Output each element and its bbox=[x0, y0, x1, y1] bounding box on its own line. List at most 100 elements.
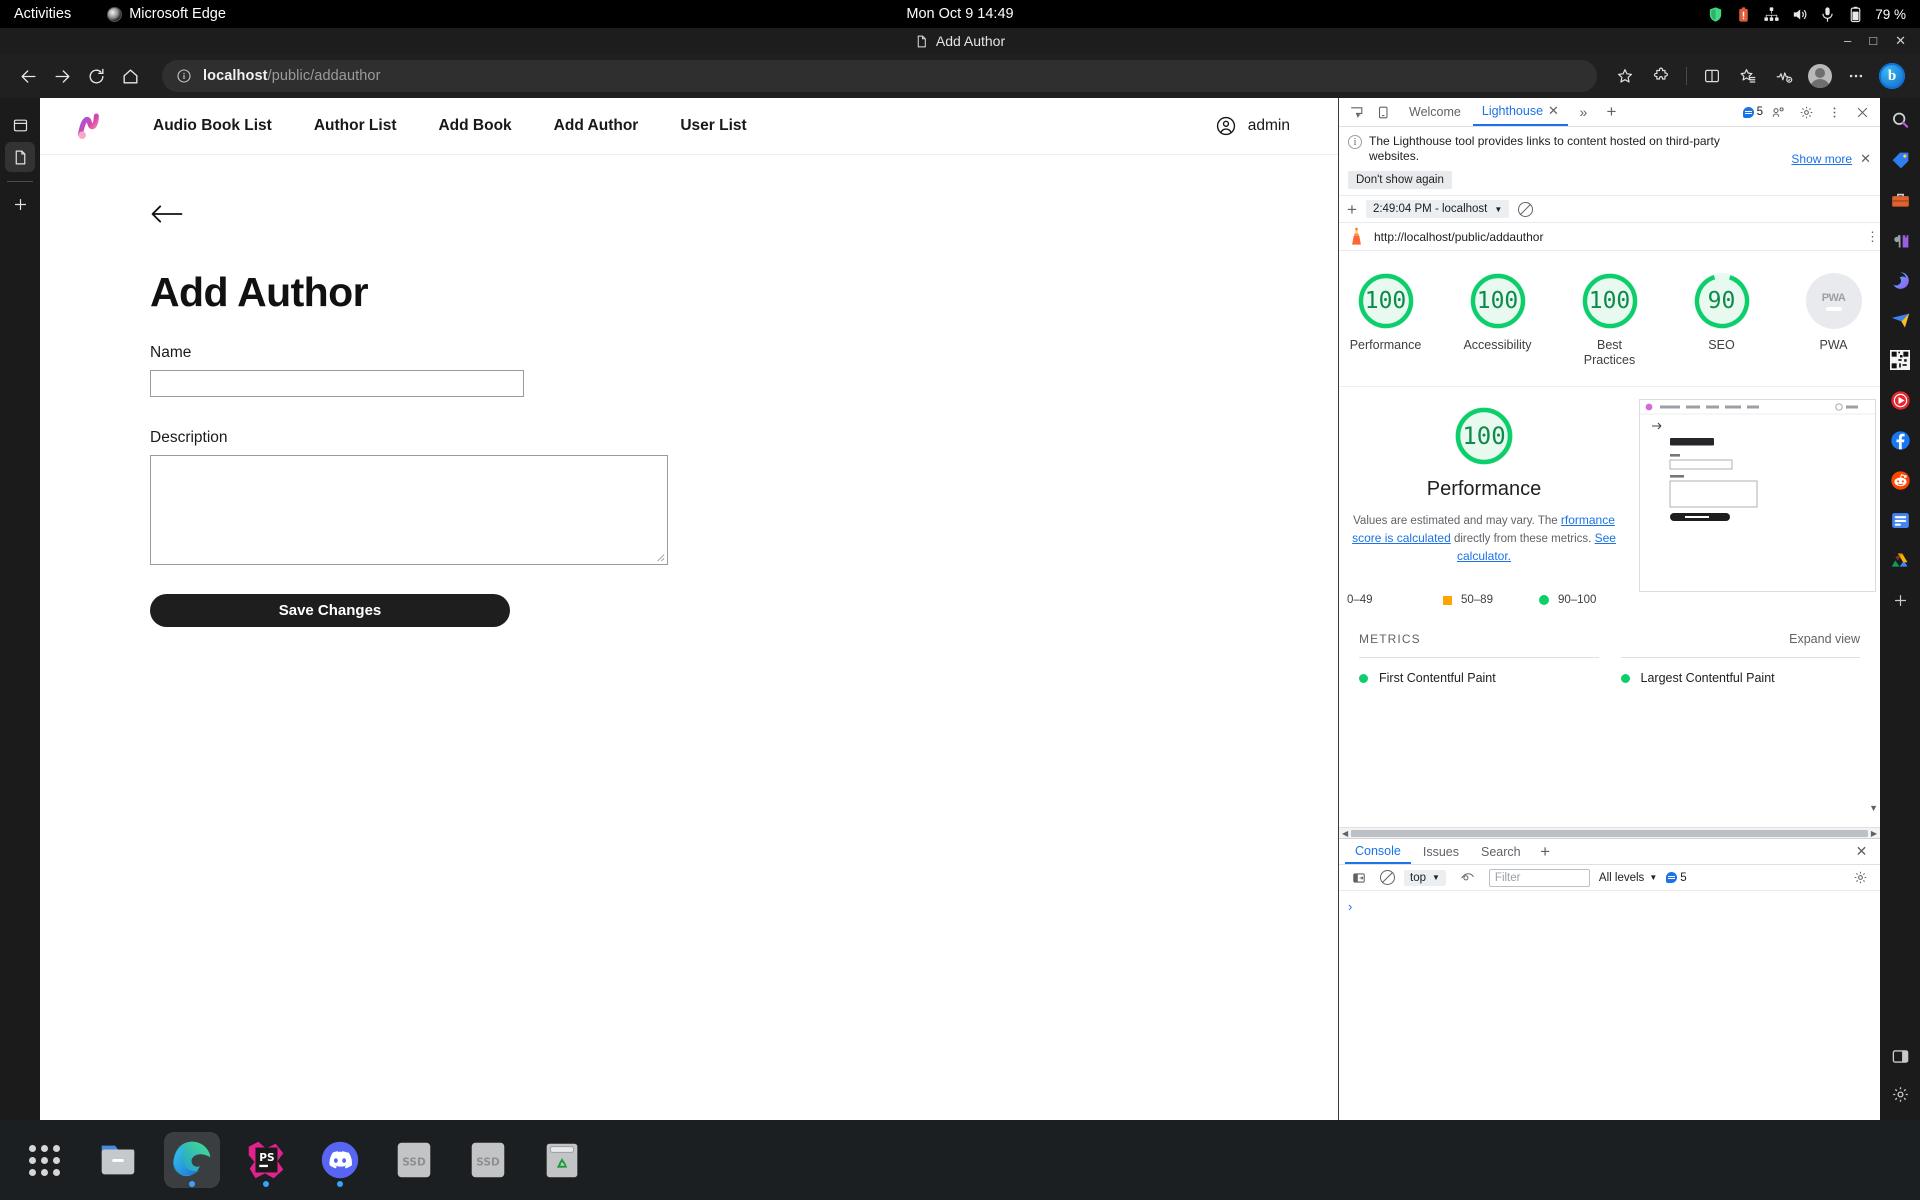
youtube-icon[interactable] bbox=[1888, 388, 1912, 412]
report-horizontal-scrollbar[interactable]: ◀ ▶ bbox=[1339, 827, 1880, 838]
devtools-close-icon[interactable] bbox=[1850, 100, 1875, 125]
name-input[interactable] bbox=[150, 370, 524, 397]
nav-user-list[interactable]: User List bbox=[659, 117, 767, 135]
gauge-pwa[interactable]: PWA PWA bbox=[1795, 273, 1873, 368]
notes-icon[interactable] bbox=[1888, 508, 1912, 532]
facebook-icon[interactable] bbox=[1888, 428, 1912, 452]
save-changes-button[interactable]: Save Changes bbox=[150, 594, 510, 627]
gauge-best-practices[interactable]: 100 Best Practices bbox=[1571, 273, 1649, 368]
reddit-icon[interactable] bbox=[1888, 468, 1912, 492]
sidebar-settings-icon[interactable] bbox=[1888, 1082, 1912, 1106]
ssd-drive-1[interactable]: SSD bbox=[386, 1132, 442, 1188]
phpstorm-app[interactable]: PS bbox=[238, 1132, 294, 1188]
add-panel-icon[interactable] bbox=[5, 189, 35, 219]
browser-essentials-icon[interactable] bbox=[1768, 60, 1800, 92]
shopping-bag-icon[interactable] bbox=[1888, 188, 1912, 212]
forward-button[interactable] bbox=[46, 60, 78, 92]
search-icon[interactable] bbox=[1888, 108, 1912, 132]
tab-welcome[interactable]: Welcome bbox=[1400, 98, 1470, 126]
clear-console-icon[interactable] bbox=[1380, 870, 1395, 885]
add-sidebar-icon[interactable] bbox=[1888, 588, 1912, 612]
metric-first-contentful-paint[interactable]: First Contentful Paint bbox=[1359, 657, 1599, 685]
profile-avatar-icon[interactable] bbox=[1804, 60, 1836, 92]
back-arrow-button[interactable] bbox=[150, 201, 184, 235]
favorite-star-icon[interactable] bbox=[1609, 60, 1641, 92]
gauge-seo[interactable]: 90 SEO bbox=[1683, 273, 1761, 368]
console-context-selector[interactable]: top ▼ bbox=[1404, 869, 1446, 886]
tab-lighthouse-close-icon[interactable]: ✕ bbox=[1548, 103, 1559, 119]
copilot-bing-icon[interactable]: b bbox=[1876, 60, 1908, 92]
drawer-close-icon[interactable]: ✕ bbox=[1849, 839, 1874, 864]
split-screen-icon[interactable] bbox=[1696, 60, 1728, 92]
run-selector-dropdown[interactable]: 2:49:04 PM - localhost ▼ bbox=[1365, 200, 1510, 218]
metric-largest-contentful-paint[interactable]: Largest Contentful Paint bbox=[1620, 657, 1860, 685]
extensions-puzzle-icon[interactable] bbox=[1645, 60, 1677, 92]
expand-view-button[interactable]: Expand view bbox=[1789, 632, 1860, 646]
console-filter-input[interactable]: Filter bbox=[1488, 868, 1590, 887]
microsoft-edge-app[interactable] bbox=[164, 1132, 220, 1188]
window-controls[interactable]: – □ ✕ bbox=[1844, 33, 1906, 49]
show-more-link[interactable]: Show more bbox=[1791, 152, 1852, 166]
info-circle-icon[interactable] bbox=[176, 68, 192, 84]
live-expression-eye-icon[interactable] bbox=[1455, 865, 1480, 890]
price-tag-icon[interactable] bbox=[1888, 148, 1912, 172]
banner-close-icon[interactable]: ✕ bbox=[1860, 151, 1871, 167]
scroll-right-arrow-icon[interactable]: ▶ bbox=[1871, 829, 1877, 838]
tab-lighthouse[interactable]: Lighthouse ✕ bbox=[1472, 98, 1568, 126]
gauge-performance[interactable]: 100 Performance bbox=[1347, 273, 1425, 368]
drawer-new-tab-icon[interactable]: + bbox=[1533, 839, 1558, 864]
drawer-tab-console[interactable]: Console bbox=[1345, 839, 1411, 864]
resize-grip-icon[interactable] bbox=[654, 551, 665, 562]
console-message-badge[interactable]: 5 bbox=[1742, 106, 1763, 118]
nav-add-author[interactable]: Add Author bbox=[533, 117, 660, 135]
show-apps-button[interactable] bbox=[16, 1132, 72, 1188]
settings-more-icon[interactable] bbox=[1840, 60, 1872, 92]
copilot-icon[interactable] bbox=[1888, 268, 1912, 292]
devtools-more-options-icon[interactable] bbox=[1822, 100, 1847, 125]
dont-show-again-button[interactable]: Don't show again bbox=[1348, 171, 1452, 189]
report-options-icon[interactable]: ⋮ bbox=[1866, 230, 1879, 243]
document-panel-icon[interactable] bbox=[5, 142, 35, 172]
devtools-settings-gear-icon[interactable] bbox=[1794, 100, 1819, 125]
avatar[interactable] bbox=[1808, 64, 1832, 88]
description-textarea-wrapper[interactable] bbox=[150, 455, 668, 565]
console-sidebar-toggle-icon[interactable] bbox=[1346, 865, 1371, 890]
ssd-drive-2[interactable]: SSD bbox=[460, 1132, 516, 1188]
devtools-customize-icon[interactable] bbox=[1766, 100, 1791, 125]
send-icon[interactable] bbox=[1888, 308, 1912, 332]
gauge-accessibility[interactable]: 100 Accessibility bbox=[1459, 273, 1537, 368]
maximize-button[interactable]: □ bbox=[1869, 33, 1877, 49]
new-tab-icon[interactable]: + bbox=[1599, 100, 1624, 125]
nav-add-book[interactable]: Add Book bbox=[417, 117, 532, 135]
qr-code-icon[interactable] bbox=[1888, 348, 1912, 372]
console-message-count-badge[interactable]: 5 bbox=[1666, 872, 1687, 884]
new-audit-icon[interactable]: + bbox=[1347, 201, 1357, 218]
drawer-tab-search[interactable]: Search bbox=[1471, 839, 1531, 864]
app-logo[interactable] bbox=[68, 106, 108, 146]
panel-icon[interactable] bbox=[5, 110, 35, 140]
back-button[interactable] bbox=[12, 60, 44, 92]
home-button[interactable] bbox=[114, 60, 146, 92]
inspect-element-icon[interactable] bbox=[1344, 100, 1369, 125]
close-button[interactable]: ✕ bbox=[1895, 33, 1906, 49]
clock[interactable]: Mon Oct 9 14:49 bbox=[0, 6, 1920, 22]
minimize-button[interactable]: – bbox=[1844, 33, 1851, 49]
scrollbar-thumb[interactable] bbox=[1351, 829, 1868, 837]
games-icon[interactable] bbox=[1888, 228, 1912, 252]
drawer-tab-issues[interactable]: Issues bbox=[1413, 839, 1469, 864]
trash[interactable] bbox=[534, 1132, 590, 1188]
report-scroll-down-arrow[interactable]: ▼ bbox=[1869, 803, 1878, 813]
scroll-left-arrow-icon[interactable]: ◀ bbox=[1342, 829, 1348, 838]
files-app[interactable] bbox=[90, 1132, 146, 1188]
clear-all-icon[interactable] bbox=[1518, 201, 1534, 217]
console-levels-dropdown[interactable]: All levels ▼ bbox=[1599, 872, 1657, 884]
nav-audio-book-list[interactable]: Audio Book List bbox=[132, 117, 293, 135]
reload-button[interactable] bbox=[80, 60, 112, 92]
console-output[interactable]: › bbox=[1339, 891, 1880, 1120]
collections-icon[interactable] bbox=[1732, 60, 1764, 92]
nav-author-list[interactable]: Author List bbox=[293, 117, 418, 135]
device-toolbar-icon[interactable] bbox=[1372, 100, 1397, 125]
more-tabs-icon[interactable]: » bbox=[1571, 100, 1596, 125]
dual-pane-icon[interactable] bbox=[1888, 1044, 1912, 1068]
google-drive-icon[interactable] bbox=[1888, 548, 1912, 572]
